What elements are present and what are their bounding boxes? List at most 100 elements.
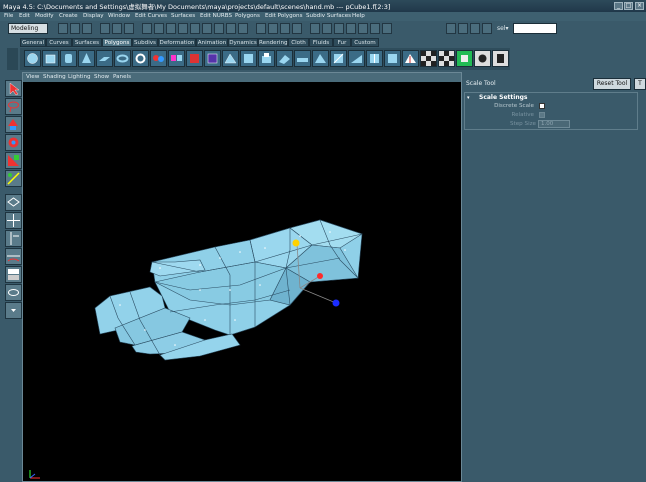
poly-cone-icon[interactable] [78, 50, 95, 67]
mask-icon[interactable] [202, 23, 212, 34]
poly-plane-icon[interactable] [96, 50, 113, 67]
step-size-field[interactable]: 1.00 [538, 120, 570, 128]
new-scene-icon[interactable] [58, 23, 68, 34]
close-button[interactable]: × [635, 2, 644, 10]
snap-point-icon[interactable] [280, 23, 290, 34]
tab-deformation[interactable]: Deformation [158, 38, 196, 47]
history-icon[interactable] [310, 23, 320, 34]
tab-dynamics[interactable]: Dynamics [228, 38, 258, 47]
separate-icon[interactable] [168, 50, 185, 67]
tab-general[interactable]: General [20, 38, 46, 47]
menu-display[interactable]: Display [83, 13, 104, 19]
snap-curve-icon[interactable] [268, 23, 278, 34]
selection-mode-label[interactable]: sel▾ [497, 25, 509, 32]
layout-menu-icon[interactable] [5, 302, 22, 319]
reset-tool-button[interactable]: Reset Tool [593, 78, 631, 90]
quadrangulate-icon[interactable] [240, 50, 257, 67]
tool-help-button[interactable]: T [634, 78, 646, 90]
menu-help[interactable]: Help [352, 13, 365, 19]
panel-menu-panels[interactable]: Panels [113, 74, 131, 80]
append-polygon-icon[interactable] [312, 50, 329, 67]
combine-icon[interactable] [150, 50, 167, 67]
discrete-scale-checkbox[interactable] [539, 103, 545, 109]
four-view-layout-icon[interactable] [5, 212, 22, 229]
wedge-face-icon[interactable] [348, 50, 365, 67]
uv-cylinder-icon[interactable] [492, 50, 509, 67]
poly-sphere-icon[interactable] [24, 50, 41, 67]
rotate-tool-icon[interactable] [5, 134, 22, 151]
open-scene-icon[interactable] [70, 23, 80, 34]
tab-rendering[interactable]: Rendering [258, 38, 288, 47]
tab-fur[interactable]: Fur [333, 38, 351, 47]
uv-checker-icon[interactable] [420, 50, 437, 67]
uv-map-icon[interactable] [456, 50, 473, 67]
mask-icon[interactable] [142, 23, 152, 34]
tab-curves[interactable]: Curves [46, 38, 72, 47]
extract-icon[interactable] [186, 50, 203, 67]
tab-subdivs[interactable]: Subdivs [132, 38, 158, 47]
relative-checkbox[interactable] [539, 112, 545, 118]
tab-fluids[interactable]: Fluids [309, 38, 333, 47]
mask-icon[interactable] [238, 23, 248, 34]
tab-surfaces[interactable]: Surfaces [72, 38, 102, 47]
persp-graph-layout-icon[interactable] [5, 248, 22, 265]
hypershade-layout-icon[interactable] [5, 266, 22, 283]
poly-cylinder-icon[interactable] [60, 50, 77, 67]
attribute-editor-icon[interactable] [470, 23, 480, 34]
split-polygon-icon[interactable] [330, 50, 347, 67]
menu-edit-curves[interactable]: Edit Curves [135, 13, 167, 19]
subdivide-icon[interactable] [366, 50, 383, 67]
history-icon[interactable] [322, 23, 332, 34]
smooth-icon[interactable] [204, 50, 221, 67]
bridge-icon[interactable] [294, 50, 311, 67]
render-icon[interactable] [358, 23, 368, 34]
scale-settings-header[interactable]: Scale Settings [479, 94, 527, 101]
mask-icon[interactable] [214, 23, 224, 34]
extrude-face-icon[interactable] [258, 50, 275, 67]
merge-vertices-icon[interactable] [384, 50, 401, 67]
menu-edit[interactable]: Edit [19, 13, 30, 19]
layer-editor-icon[interactable] [458, 23, 468, 34]
menu-polygons[interactable]: Polygons [235, 13, 260, 19]
collapse-arrow-icon[interactable]: ▾ [467, 95, 470, 101]
menu-modify[interactable]: Modify [35, 13, 54, 19]
panel-menu-view[interactable]: View [26, 74, 39, 80]
uv-sphere-icon[interactable] [474, 50, 491, 67]
save-scene-icon[interactable] [82, 23, 92, 34]
mask-icon[interactable] [178, 23, 188, 34]
mask-icon[interactable] [166, 23, 176, 34]
history-icon[interactable] [334, 23, 344, 34]
mask-icon[interactable] [190, 23, 200, 34]
menu-edit-nurbs[interactable]: Edit NURBS [200, 13, 232, 19]
tab-polygons[interactable]: Polygons [102, 38, 132, 47]
menu-subdiv-surfaces[interactable]: Subdiv Surfaces [306, 13, 351, 19]
scale-tool-icon[interactable] [5, 152, 22, 169]
shelf-menu-icon[interactable] [7, 48, 18, 70]
quick-select-input[interactable] [513, 23, 557, 34]
mask-icon[interactable] [226, 23, 236, 34]
select-component-icon[interactable] [124, 23, 134, 34]
tab-cloth[interactable]: Cloth [288, 38, 309, 47]
select-tool-icon[interactable] [5, 80, 22, 97]
extrude-edge-icon[interactable] [276, 50, 293, 67]
poly-cube-icon[interactable] [42, 50, 59, 67]
menu-file[interactable]: File [4, 13, 13, 19]
tab-custom[interactable]: Custom [351, 38, 379, 47]
mode-dropdown[interactable]: Modeling [8, 23, 48, 34]
select-object-icon[interactable] [112, 23, 122, 34]
snap-grid-icon[interactable] [256, 23, 266, 34]
history-icon[interactable] [346, 23, 356, 34]
ipr-render-icon[interactable] [370, 23, 380, 34]
menu-create[interactable]: Create [59, 13, 78, 19]
poly-pipe-icon[interactable] [132, 50, 149, 67]
panel-menu-shading[interactable]: Shading [43, 74, 66, 80]
panel-menu-show[interactable]: Show [94, 74, 109, 80]
move-tool-icon[interactable] [5, 116, 22, 133]
persp-outliner-layout-icon[interactable] [5, 230, 22, 247]
maximize-button[interactable]: □ [624, 2, 633, 10]
render-globals-icon[interactable] [382, 23, 392, 34]
reverse-normals-icon[interactable] [402, 50, 419, 67]
triangulate-icon[interactable] [222, 50, 239, 67]
poly-torus-icon[interactable] [114, 50, 131, 67]
manipulator-tool-icon[interactable] [5, 170, 22, 187]
